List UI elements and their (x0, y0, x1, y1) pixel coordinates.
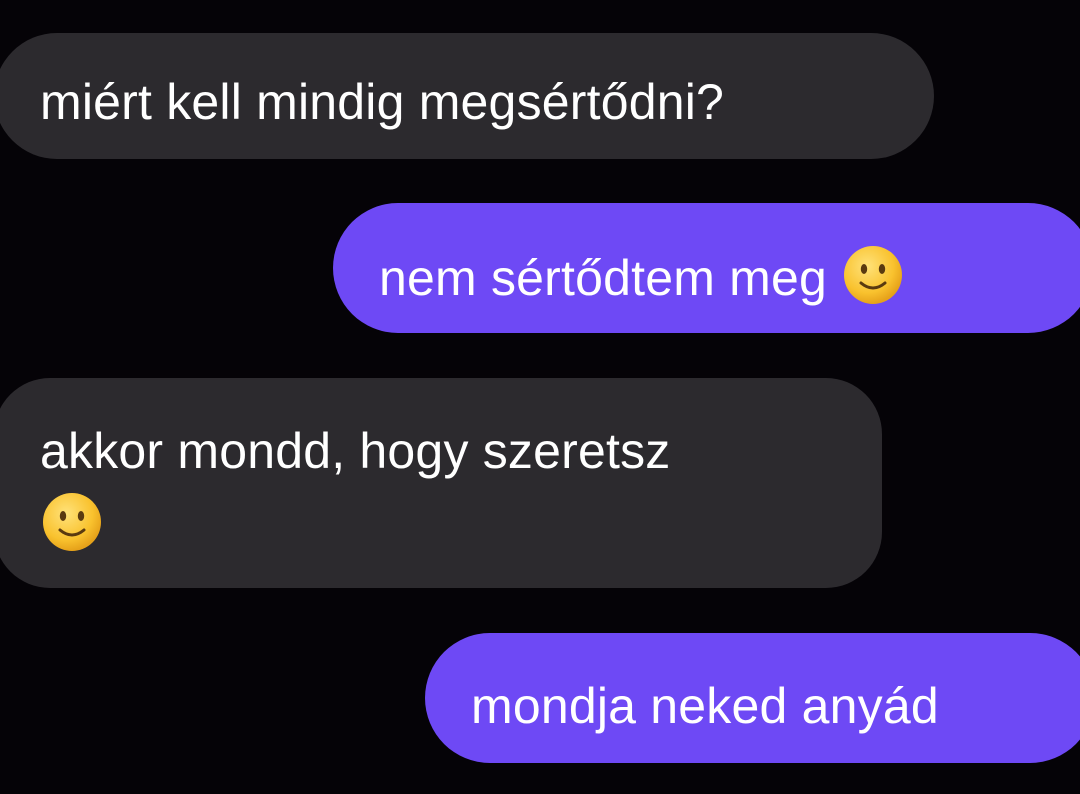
message-bubble-outgoing[interactable]: nem sértődtem meg (333, 203, 1080, 333)
message-text: miért kell mindig megsértődni? (40, 73, 725, 130)
slightly-smiling-face-icon (40, 490, 104, 554)
message-text: nem sértődtem meg (379, 249, 828, 306)
message-text: mondja neked anyád (471, 677, 939, 734)
message-bubble-outgoing[interactable]: mondja neked anyád (425, 633, 1080, 763)
message-text: akkor mondd, hogy szeretsz (40, 423, 671, 479)
chat-thread: miért kell mindig megsértődni? nem sértő… (0, 0, 1080, 794)
message-bubble-incoming[interactable]: akkor mondd, hogy szeretsz (0, 378, 882, 588)
slightly-smiling-face-icon (841, 243, 905, 307)
message-bubble-incoming[interactable]: miért kell mindig megsértődni? (0, 33, 934, 159)
